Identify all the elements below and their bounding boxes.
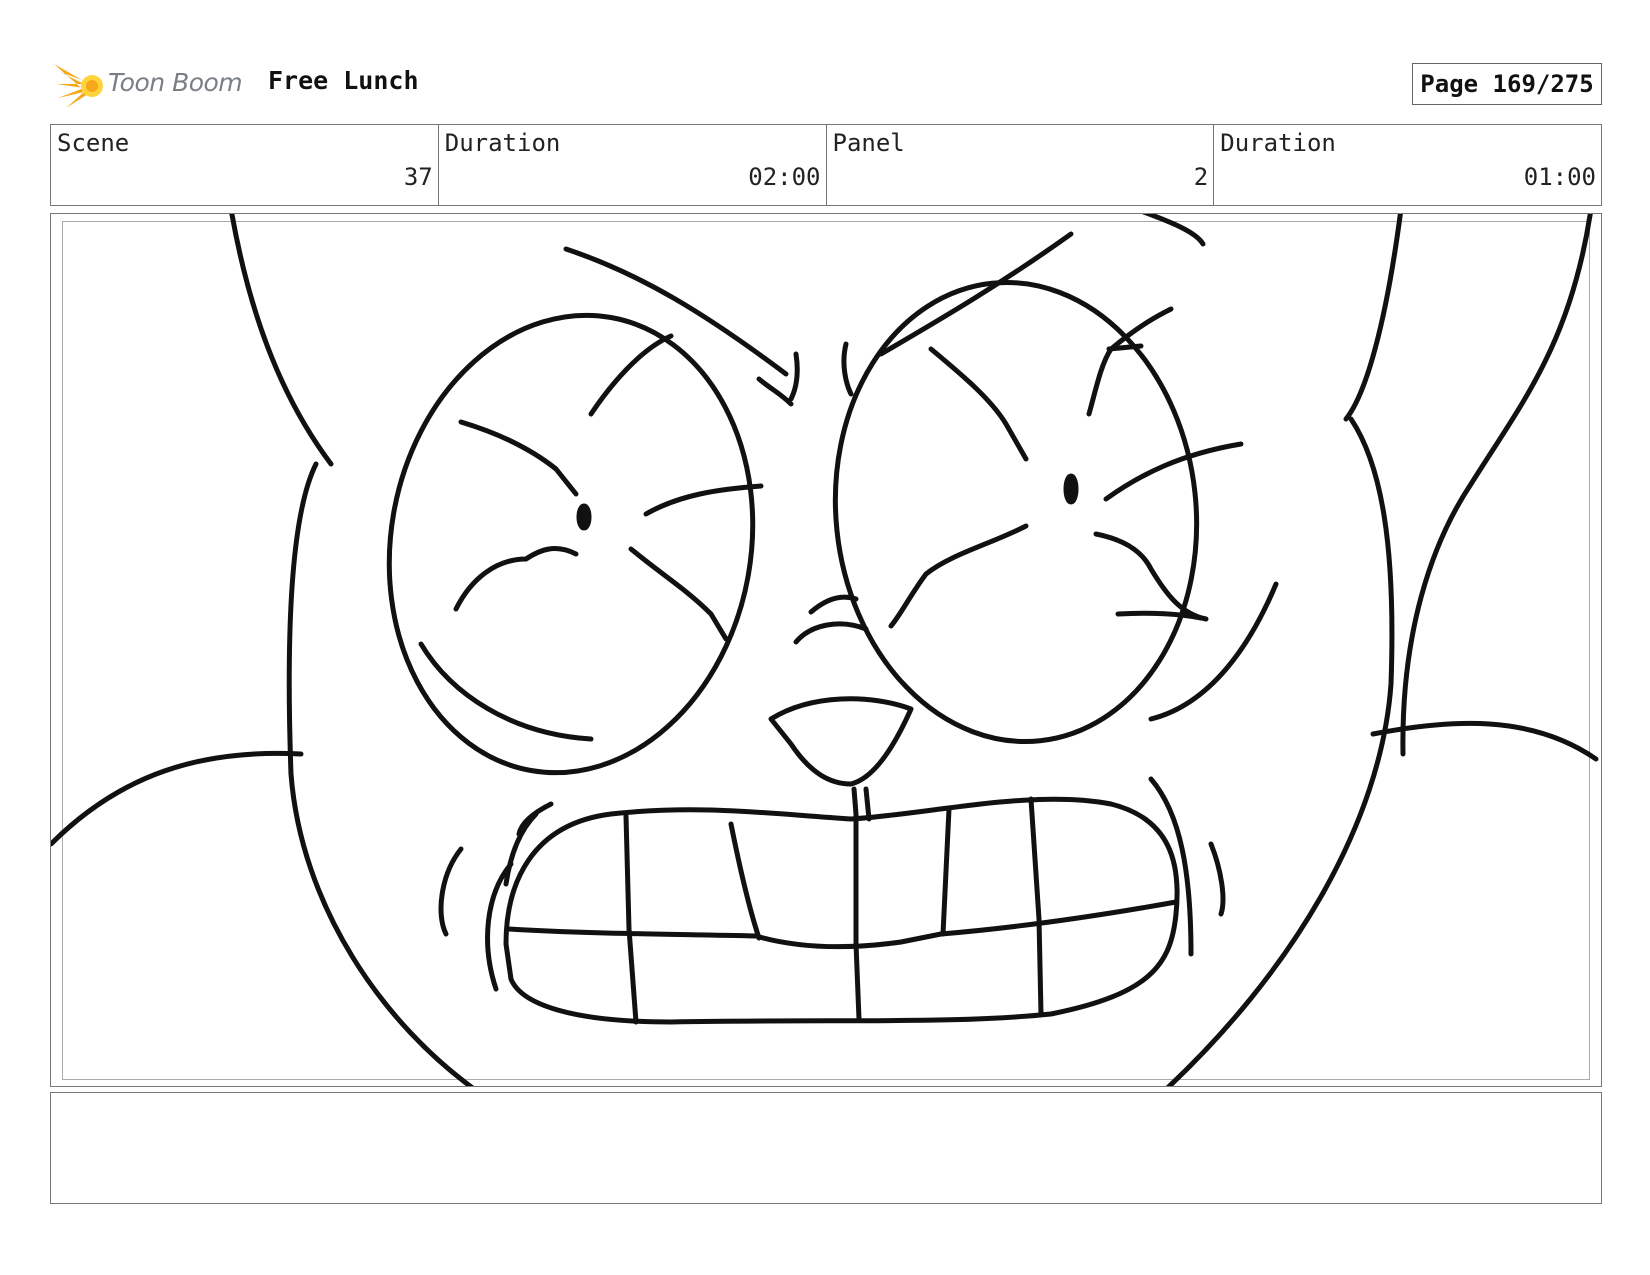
scene-cell: Scene 37 <box>51 125 439 205</box>
scene-label: Scene <box>57 129 130 157</box>
caption-box <box>50 1092 1602 1204</box>
eye-left <box>386 312 756 776</box>
head-outline-left <box>229 214 475 1086</box>
scene-duration-cell: Duration 02:00 <box>439 125 827 205</box>
spark-logo-icon <box>54 64 103 108</box>
panel-duration-cell: Duration 01:00 <box>1214 125 1601 205</box>
scene-info-table: Scene 37 Duration 02:00 Panel 2 Duration… <box>50 124 1602 206</box>
brow-crease-left <box>788 351 800 402</box>
panel-sketch <box>51 214 1599 1086</box>
panel-duration-value: 01:00 <box>1523 163 1596 191</box>
eye-right <box>832 279 1200 745</box>
storyboard-panel <box>50 213 1602 1087</box>
head-edge-far-right <box>1400 214 1593 757</box>
head-outline-right <box>1165 214 1403 1086</box>
pupil-left <box>576 503 592 531</box>
shoulder-right <box>1370 720 1599 762</box>
mouth <box>503 796 1180 1025</box>
logo-text: Toon Boom <box>108 68 243 97</box>
storyboard-header: Toon Boom Free Lunch Page 169/275 <box>0 0 1650 120</box>
scene-duration-value: 02:00 <box>748 163 821 191</box>
panel-label: Panel <box>832 129 905 157</box>
eyebrow-right <box>878 231 1074 357</box>
eyebrow-left <box>563 246 794 407</box>
strain-lines-right <box>1148 776 1226 957</box>
scene-value: 37 <box>403 163 433 191</box>
pupil-right <box>1063 473 1079 505</box>
shoulder-left <box>51 750 304 847</box>
project-title: Free Lunch <box>268 66 419 95</box>
eye-left-squint <box>453 333 764 642</box>
page-number: Page 169/275 <box>1412 63 1602 105</box>
tongue <box>768 696 914 787</box>
teeth-line <box>506 899 1179 950</box>
strain-lines-left <box>438 801 554 992</box>
eye-right-squint <box>888 306 1244 629</box>
panel-cell: Panel 2 <box>827 125 1215 205</box>
toon-boom-logo: Toon Boom <box>52 58 252 112</box>
head-top-mark <box>1141 214 1206 247</box>
teeth-divider <box>623 786 1044 1025</box>
cheek-right <box>1148 581 1279 722</box>
scene-duration-label: Duration <box>444 129 561 157</box>
brow-crease-right <box>841 341 854 397</box>
panel-duration-label: Duration <box>1220 129 1336 157</box>
panel-value: 2 <box>1193 163 1209 191</box>
